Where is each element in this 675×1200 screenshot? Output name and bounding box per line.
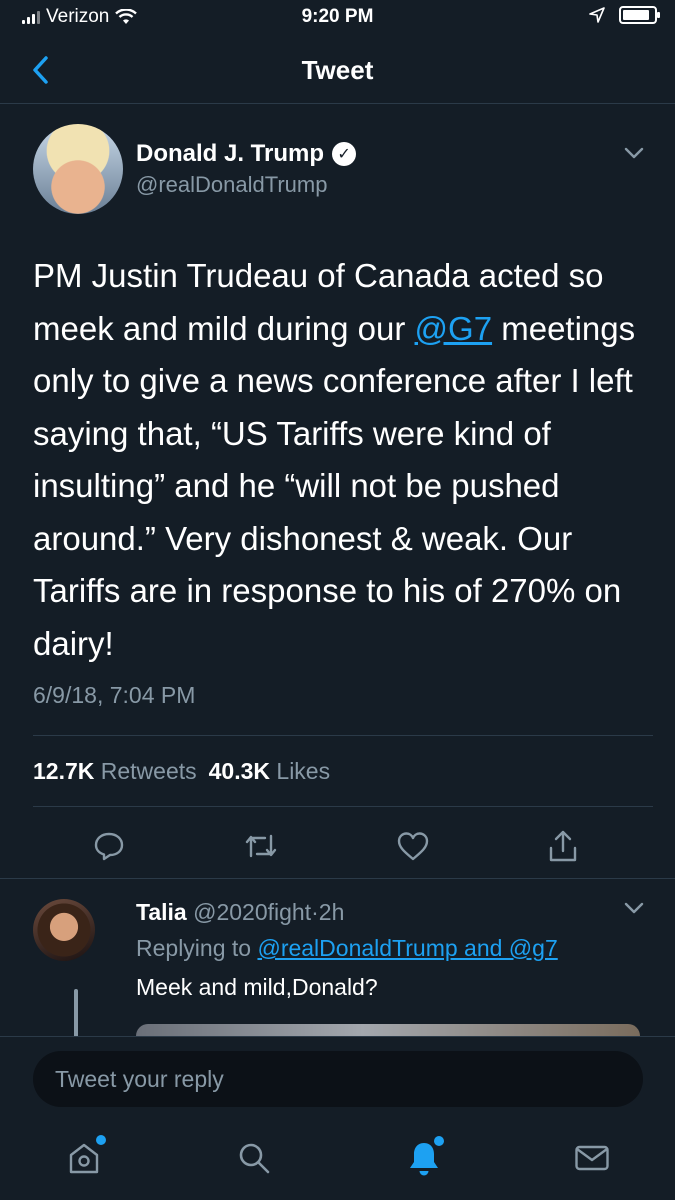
reply-time: 2h <box>318 899 345 925</box>
reply-button[interactable] <box>89 824 129 868</box>
tweet-text-part-2: meetings only to give a news conference … <box>33 309 636 662</box>
divider <box>33 806 653 807</box>
verified-badge-icon: ✓ <box>332 142 357 166</box>
reply-text: Meek and mild,Donald? <box>136 974 378 1000</box>
retweet-icon <box>245 834 277 858</box>
replying-to-link[interactable]: @realDonaldTrump and @g7 <box>257 935 557 961</box>
likes-count: 40.3K <box>208 758 271 784</box>
unread-dot <box>434 1136 444 1146</box>
battery-icon <box>619 6 660 24</box>
status-bar: Verizon 9:20 PM <box>0 0 675 36</box>
divider <box>33 735 653 736</box>
thread-line <box>74 989 78 1039</box>
likes-label: Likes <box>276 758 331 784</box>
tweet-timestamp: 6/9/18, 7:04 PM <box>33 682 196 708</box>
search-icon <box>239 1143 270 1174</box>
reply-input[interactable] <box>33 1051 643 1107</box>
mail-icon <box>575 1145 609 1171</box>
tab-search[interactable] <box>230 1134 278 1182</box>
avatar[interactable] <box>33 899 95 961</box>
tab-messages[interactable] <box>568 1134 616 1182</box>
retweet-button[interactable] <box>241 824 281 868</box>
reply-author-name[interactable]: Talia <box>136 899 187 925</box>
author-name[interactable]: Donald J. Trump ✓ <box>136 140 357 168</box>
status-right <box>589 6 660 24</box>
likes-stat[interactable]: 40.3K Likes <box>209 758 330 785</box>
tab-home[interactable] <box>60 1134 108 1182</box>
reply-tweet[interactable]: Talia @2020fight·2h Replying to @realDon… <box>0 879 675 1039</box>
mention-link[interactable]: @G7 <box>415 310 493 347</box>
compose-bar <box>0 1036 675 1116</box>
replying-to: Replying to @realDonaldTrump and @g7 <box>136 935 558 962</box>
page-title: Tweet <box>301 55 374 85</box>
tweet-text: PM Justin Trudeau of Canada acted so mee… <box>33 250 648 670</box>
location-icon <box>589 7 605 23</box>
like-button[interactable] <box>393 824 433 868</box>
share-icon <box>549 830 577 862</box>
chevron-down-icon[interactable] <box>623 901 645 915</box>
tweet-stats: 12.7K Retweets 40.3K Likes <box>33 758 330 785</box>
tweet-actions <box>33 824 653 868</box>
author-handle[interactable]: @realDonaldTrump <box>136 172 327 198</box>
heart-icon <box>397 832 429 861</box>
retweets-stat[interactable]: 12.7K Retweets <box>33 758 197 785</box>
chevron-down-icon[interactable] <box>623 146 645 160</box>
tab-notifications[interactable] <box>400 1134 448 1182</box>
home-icon <box>69 1143 99 1174</box>
nav-bar: Tweet <box>0 36 675 104</box>
share-button[interactable] <box>543 824 583 868</box>
retweets-label: Retweets <box>100 758 197 784</box>
unread-dot <box>96 1135 106 1145</box>
tab-bar <box>0 1116 675 1200</box>
author-name-label: Donald J. Trump <box>136 140 325 167</box>
reply-header: Talia @2020fight·2h <box>136 899 344 926</box>
replying-prefix: Replying to <box>136 935 252 961</box>
reply-separator: · <box>311 899 319 925</box>
reply-author-handle[interactable]: @2020fight <box>193 899 311 925</box>
status-time: 9:20 PM <box>301 6 374 27</box>
avatar[interactable] <box>33 124 123 214</box>
retweets-count: 12.7K <box>33 758 95 784</box>
reply-icon <box>94 832 124 861</box>
